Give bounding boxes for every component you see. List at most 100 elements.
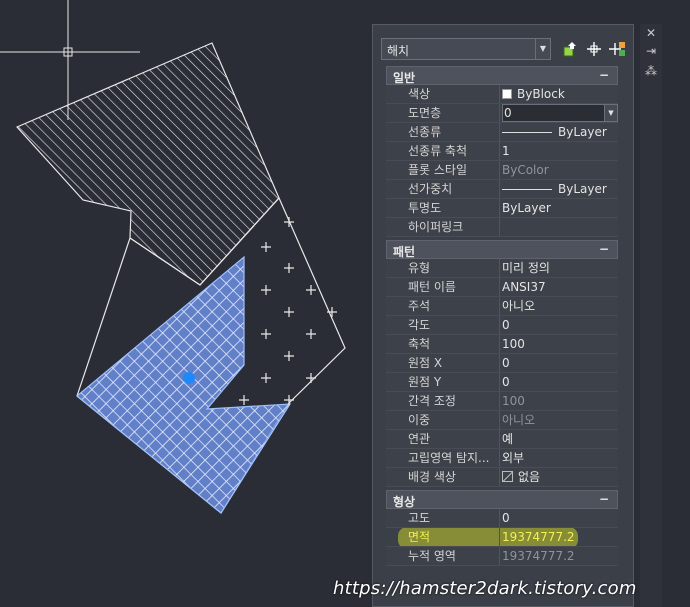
property-row-lineweight[interactable]: 선가중치 ByLayer	[386, 180, 618, 199]
quick-select-icon[interactable]	[561, 40, 579, 58]
close-icon[interactable]: ✕	[644, 26, 658, 40]
plus-hatch-markers	[239, 217, 337, 405]
property-value[interactable]: 미리 정의	[502, 259, 618, 277]
no-color-icon	[502, 471, 513, 482]
property-value[interactable]: 없음	[502, 468, 618, 486]
property-value: 아니오	[502, 413, 536, 427]
property-value[interactable]: ByLayer	[502, 180, 618, 198]
property-label: 배경 색상	[386, 468, 500, 486]
property-label: 플롯 스타일	[386, 161, 500, 179]
property-row-associative[interactable]: 연관 예	[386, 430, 618, 449]
property-value: 19374777.2	[502, 549, 575, 563]
line-sample	[502, 132, 552, 133]
pickadd-toggle-icon[interactable]	[609, 40, 627, 58]
property-value-text: ByLayer	[558, 125, 607, 139]
chevron-down-icon[interactable]: ▼	[604, 105, 617, 121]
property-label: 하이퍼링크	[386, 218, 500, 236]
property-value: ByColor	[502, 163, 549, 177]
pin-icon[interactable]: ⇥	[644, 44, 658, 58]
property-value-text: 0	[504, 106, 512, 120]
property-row-type[interactable]: 유형 미리 정의	[386, 259, 618, 278]
chevron-down-icon[interactable]: ▼	[535, 39, 550, 59]
property-label: 이중	[386, 411, 500, 429]
property-value[interactable]: 아니오	[502, 297, 618, 315]
property-row-transparency[interactable]: 투명도 ByLayer	[386, 199, 618, 218]
property-label: 연관	[386, 430, 500, 448]
property-row-scale[interactable]: 축척 100	[386, 335, 618, 354]
property-label: 각도	[386, 316, 500, 334]
property-row-hyperlink[interactable]: 하이퍼링크	[386, 218, 618, 237]
property-label: 고립영역 탐지...	[386, 449, 500, 467]
settings-icon[interactable]: ⁂	[644, 64, 658, 78]
section-title: 형상	[393, 495, 416, 509]
property-label: 고도	[386, 509, 500, 527]
section-geometry-header[interactable]: 형상 −	[386, 490, 618, 509]
property-row-spacing[interactable]: 간격 조정 100	[386, 392, 618, 411]
property-value[interactable]: ANSI37	[502, 278, 618, 296]
property-value[interactable]: ByLayer	[502, 199, 618, 217]
color-swatch-icon	[502, 89, 512, 99]
property-label: 색상	[386, 85, 500, 103]
property-row-layer[interactable]: 도면층 0 ▼	[386, 104, 618, 123]
property-label: 주석	[386, 297, 500, 315]
property-value[interactable]: 1	[502, 142, 618, 160]
property-label: 패턴 이름	[386, 278, 500, 296]
property-label: 원점 X	[386, 354, 500, 372]
property-value[interactable]: 0	[502, 509, 618, 527]
section-general-header[interactable]: 일반 −	[386, 66, 618, 85]
property-row-angle[interactable]: 각도 0	[386, 316, 618, 335]
section-pattern-header[interactable]: 패턴 −	[386, 240, 618, 259]
property-value[interactable]: 0	[502, 354, 618, 372]
property-value[interactable]: ByLayer	[502, 123, 618, 141]
property-label: 선가중치	[386, 180, 500, 198]
hatch-top-polygon[interactable]	[15, 42, 280, 286]
property-row-origin-x[interactable]: 원점 X 0	[386, 354, 618, 373]
selected-hatch-region[interactable]	[76, 255, 292, 514]
property-label: 선종류 축척	[386, 142, 500, 160]
property-row-pattern-name[interactable]: 패턴 이름 ANSI37	[386, 278, 618, 297]
property-row-background-color[interactable]: 배경 색상 없음	[386, 468, 618, 487]
property-label: 투명도	[386, 199, 500, 217]
property-row-double[interactable]: 이중 아니오	[386, 411, 618, 430]
property-grid: 일반 − 색상 ByBlock 도면층 0 ▼ 선종류 ByLayer 선종류 축…	[386, 66, 618, 566]
property-row-annotative[interactable]: 주석 아니오	[386, 297, 618, 316]
property-value-text: 없음	[518, 470, 541, 484]
property-row-plot-style[interactable]: 플롯 스타일 ByColor	[386, 161, 618, 180]
property-row-color[interactable]: 색상 ByBlock	[386, 85, 618, 104]
property-value[interactable]: 외부	[502, 449, 618, 467]
property-row-island-detection[interactable]: 고립영역 탐지... 외부	[386, 449, 618, 468]
property-row-area[interactable]: 면적 19374777.2	[386, 528, 618, 547]
property-label: 원점 Y	[386, 373, 500, 391]
section-title: 패턴	[393, 245, 416, 259]
property-value[interactable]: 0	[502, 373, 618, 391]
property-row-origin-y[interactable]: 원점 Y 0	[386, 373, 618, 392]
property-label: 축척	[386, 335, 500, 353]
property-label: 도면층	[386, 104, 500, 122]
property-value: 19374777.2	[502, 530, 575, 544]
palette-titlebar[interactable]	[640, 24, 662, 607]
property-value[interactable]: 0	[502, 316, 618, 334]
property-value: 100	[502, 394, 525, 408]
object-type-select[interactable]: 해치 ▼	[381, 38, 551, 60]
property-value[interactable]: ByBlock	[502, 85, 618, 103]
property-label: 간격 조정	[386, 392, 500, 410]
object-type-label: 해치	[387, 44, 410, 58]
line-sample	[502, 189, 552, 190]
property-value[interactable]	[502, 218, 618, 236]
collapse-icon[interactable]: −	[599, 68, 609, 82]
collapse-icon[interactable]: −	[599, 492, 609, 506]
collapse-icon[interactable]: −	[599, 242, 609, 256]
select-objects-icon[interactable]	[585, 40, 603, 58]
property-row-elevation[interactable]: 고도 0	[386, 509, 618, 528]
property-label: 면적	[386, 528, 500, 546]
property-label: 선종류	[386, 123, 500, 141]
property-row-linetype[interactable]: 선종류 ByLayer	[386, 123, 618, 142]
property-value-text: ByLayer	[558, 182, 607, 196]
property-row-cumulative-area[interactable]: 누적 영역 19374777.2	[386, 547, 618, 566]
hatch-grip-point[interactable]	[183, 372, 195, 384]
property-row-linetype-scale[interactable]: 선종류 축척 1	[386, 142, 618, 161]
property-value[interactable]: 예	[502, 430, 618, 448]
layer-dropdown[interactable]: 0 ▼	[502, 104, 618, 122]
section-title: 일반	[393, 71, 416, 85]
property-value[interactable]: 100	[502, 335, 618, 353]
